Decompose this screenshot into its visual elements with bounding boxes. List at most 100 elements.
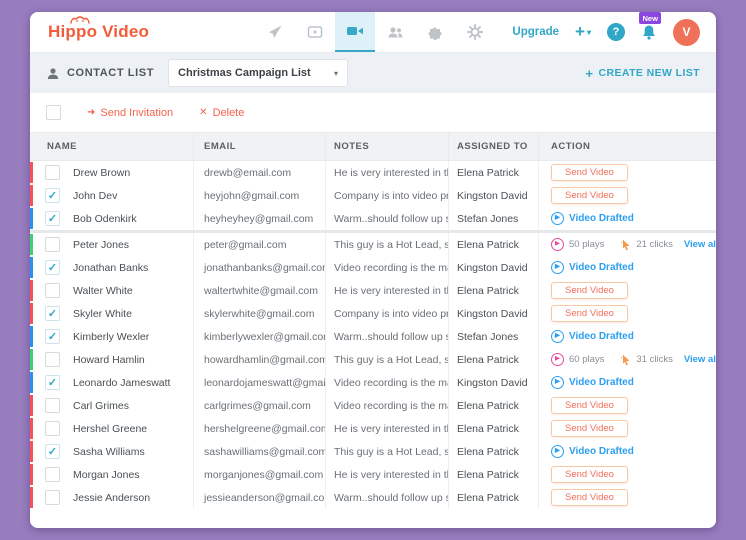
video-drafted-link[interactable]: ▶Video Drafted bbox=[551, 330, 634, 343]
row-color-bar bbox=[30, 257, 33, 278]
delete-button[interactable]: ✕ Delete bbox=[199, 107, 244, 119]
column-header-notes: NOTES bbox=[325, 133, 448, 160]
row-checkbox[interactable]: ✓ bbox=[45, 306, 60, 321]
integrations-icon[interactable] bbox=[415, 12, 455, 52]
plays-count: 50 plays bbox=[569, 239, 604, 250]
row-color-bar bbox=[30, 487, 33, 508]
row-checkbox[interactable] bbox=[45, 165, 60, 180]
row-checkbox[interactable]: ✓ bbox=[45, 188, 60, 203]
contact-name: Drew Brown bbox=[73, 167, 130, 179]
contact-assigned-to: Kingston David bbox=[448, 371, 538, 394]
row-checkbox[interactable]: ✓ bbox=[45, 375, 60, 390]
row-checkbox[interactable]: ✓ bbox=[45, 444, 60, 459]
list-select-dropdown[interactable]: Christmas Campaign List ▾ bbox=[168, 59, 348, 87]
contact-notes: Company is into video produ.... bbox=[325, 184, 448, 207]
video-drafted-link[interactable]: ▶Video Drafted bbox=[551, 376, 634, 389]
row-checkbox[interactable]: ✓ bbox=[45, 329, 60, 344]
send-video-button[interactable]: Send Video bbox=[551, 397, 628, 414]
contact-notes: Warm..should follow up so... bbox=[325, 486, 448, 509]
row-group: Peter Jones peter@gmail.com This guy is … bbox=[30, 230, 716, 509]
cursor-click-icon bbox=[620, 239, 631, 251]
play-icon: ▶ bbox=[551, 261, 564, 274]
contact-assigned-to: Kingston David bbox=[448, 256, 538, 279]
row-color-bar bbox=[30, 395, 33, 416]
row-action-cell: Send Video bbox=[538, 486, 716, 509]
contact-list-label: CONTACT LIST bbox=[46, 67, 154, 80]
plays-icon: ▶ bbox=[551, 353, 564, 366]
contact-email: leonardojameswatt@gmail.com bbox=[193, 371, 325, 394]
row-checkbox[interactable] bbox=[45, 490, 60, 505]
table-row: Carl Grimes carlgrimes@gmail.com Video r… bbox=[30, 394, 716, 417]
plus-icon: + bbox=[575, 22, 585, 42]
column-header-email: EMAIL bbox=[193, 133, 325, 160]
create-menu-button[interactable]: + ▾ bbox=[575, 22, 591, 42]
send-video-button[interactable]: Send Video bbox=[551, 164, 628, 181]
video-stats: ▶50 plays21 clicksView all bbox=[551, 238, 716, 251]
contact-email: skylerwhite@gmail.com bbox=[193, 302, 325, 325]
create-new-list-button[interactable]: + CREATE NEW LIST bbox=[586, 66, 700, 81]
contact-table-body: Drew Brown drewb@email.com He is very in… bbox=[30, 161, 716, 509]
brand-logo[interactable]: Hippo Video bbox=[30, 12, 238, 52]
settings-icon[interactable] bbox=[455, 12, 495, 52]
row-color-bar bbox=[30, 464, 33, 485]
send-video-button[interactable]: Send Video bbox=[551, 466, 628, 483]
video-drafted-link[interactable]: ▶Video Drafted bbox=[551, 212, 634, 225]
avatar[interactable]: V bbox=[673, 19, 700, 46]
row-checkbox[interactable] bbox=[45, 398, 60, 413]
help-icon[interactable]: ? bbox=[607, 23, 625, 41]
table-row: Hershel Greene hershelgreene@gmail.com H… bbox=[30, 417, 716, 440]
contact-assigned-to: Elena Patrick bbox=[448, 161, 538, 184]
row-checkbox[interactable] bbox=[45, 283, 60, 298]
contact-email: peter@gmail.com bbox=[193, 233, 325, 256]
contact-notes: Video recording is the mai.... bbox=[325, 394, 448, 417]
video-drafted-link[interactable]: ▶Video Drafted bbox=[551, 261, 634, 274]
contact-assigned-to: Elena Patrick bbox=[448, 463, 538, 486]
contact-name: Howard Hamlin bbox=[73, 354, 145, 366]
row-checkbox[interactable]: ✓ bbox=[45, 211, 60, 226]
send-video-button[interactable]: Send Video bbox=[551, 305, 628, 322]
contact-name: Bob Odenkirk bbox=[73, 213, 137, 225]
contact-notes: He is very interested in the prod... bbox=[325, 279, 448, 302]
contact-notes: He is very interested in the prod... bbox=[325, 417, 448, 440]
row-color-bar bbox=[30, 234, 33, 255]
row-color-bar bbox=[30, 208, 33, 229]
caret-down-icon: ▾ bbox=[587, 28, 591, 37]
contact-name: Kimberly Wexler bbox=[73, 331, 149, 343]
users-icon[interactable] bbox=[375, 12, 415, 52]
video-camera-icon[interactable] bbox=[335, 12, 375, 52]
notifications-button[interactable]: New bbox=[641, 24, 657, 46]
contact-email: heyjohn@gmail.com bbox=[193, 184, 325, 207]
send-video-button[interactable]: Send Video bbox=[551, 489, 628, 506]
contact-email: jessieanderson@gmail.com bbox=[193, 486, 325, 509]
new-badge: New bbox=[639, 12, 661, 24]
upgrade-link[interactable]: Upgrade bbox=[512, 26, 559, 38]
contact-notes: This guy is a Hot Lead, so... bbox=[325, 233, 448, 256]
row-checkbox[interactable] bbox=[45, 237, 60, 252]
contact-assigned-to: Stefan Jones bbox=[448, 325, 538, 348]
bell-icon bbox=[641, 24, 657, 41]
view-all-link[interactable]: View all bbox=[684, 239, 716, 250]
row-color-bar bbox=[30, 418, 33, 439]
row-color-bar bbox=[30, 441, 33, 462]
row-checkbox[interactable]: ✓ bbox=[45, 260, 60, 275]
row-checkbox[interactable] bbox=[45, 352, 60, 367]
send-video-button[interactable]: Send Video bbox=[551, 420, 628, 437]
row-checkbox[interactable] bbox=[45, 421, 60, 436]
contact-assigned-to: Elena Patrick bbox=[448, 279, 538, 302]
send-video-button[interactable]: Send Video bbox=[551, 187, 628, 204]
send-invitation-button[interactable]: ➜ Send Invitation bbox=[87, 107, 173, 119]
contact-assigned-to: Elena Patrick bbox=[448, 233, 538, 256]
clicks-count: 31 clicks bbox=[636, 354, 672, 365]
presentation-icon[interactable] bbox=[295, 12, 335, 52]
view-all-link[interactable]: View all bbox=[684, 354, 716, 365]
video-drafted-link[interactable]: ▶Video Drafted bbox=[551, 445, 634, 458]
table-row: ✓ John Dev heyjohn@gmail.com Company is … bbox=[30, 184, 716, 207]
contact-name: Carl Grimes bbox=[73, 400, 129, 412]
send-video-button[interactable]: Send Video bbox=[551, 282, 628, 299]
row-color-bar bbox=[30, 162, 33, 183]
select-all-checkbox[interactable] bbox=[46, 105, 61, 120]
rocket-icon[interactable] bbox=[255, 12, 295, 52]
contact-name: Peter Jones bbox=[73, 239, 129, 251]
plus-icon: + bbox=[586, 66, 594, 81]
row-checkbox[interactable] bbox=[45, 467, 60, 482]
